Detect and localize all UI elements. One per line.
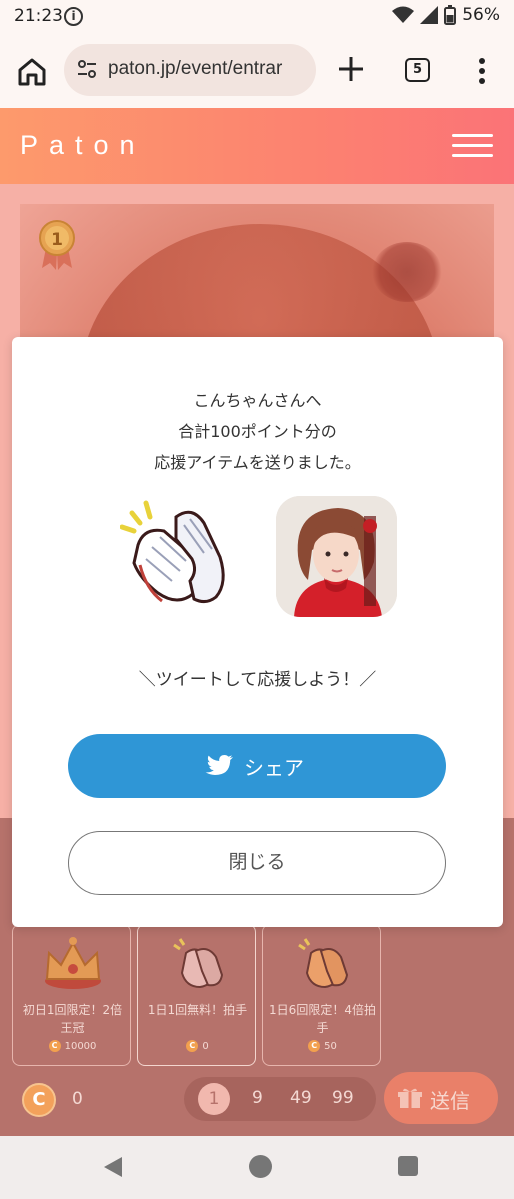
send-bar: C 0 1 9 49 99 送信 [0, 1070, 514, 1130]
gift-icon [398, 1088, 422, 1108]
battery-level: 56% [462, 5, 500, 25]
item-cost: C 10000 [13, 1040, 132, 1052]
coin-icon: C [308, 1040, 321, 1052]
coin-balance: 0 [72, 1089, 83, 1109]
menu-icon[interactable] [452, 134, 493, 160]
quantity-selector: 1 9 49 99 [184, 1077, 376, 1121]
more-icon[interactable] [470, 56, 494, 86]
wifi-icon [392, 6, 415, 23]
home-icon[interactable] [16, 56, 48, 88]
status-bar: 21:23 i 56% [0, 0, 514, 34]
item-cost: C 50 [263, 1040, 382, 1052]
clapping-hands-icon [298, 938, 349, 989]
signal-icon [420, 6, 439, 24]
share-button[interactable]: シェア [68, 734, 446, 798]
clapping-hands-icon [120, 500, 225, 604]
crown-icon [45, 937, 101, 989]
system-nav-bar [0, 1136, 514, 1199]
tweet-prompt: ＼ツイートして応援しよう！／ [138, 670, 377, 690]
new-tab-icon[interactable] [336, 54, 366, 84]
browser-toolbar: paton.jp/event/entrar 5 [0, 34, 514, 108]
message-line: 合計100ポイント分の [178, 422, 337, 441]
item-label: 1日1回無料！拍手 [147, 1003, 248, 1017]
item-card-crown[interactable]: 初日1回限定！2倍王冠 C 10000 [12, 924, 131, 1066]
status-time: 21:23 [14, 6, 63, 26]
coin-icon: C [22, 1083, 56, 1117]
send-label: 送信 [430, 1089, 470, 1113]
back-icon[interactable] [102, 1155, 124, 1179]
item-label: 1日6回限定！4倍拍手 [269, 1003, 376, 1035]
dialog-message: こんちゃんさんへ 合計100ポイント分の 応援アイテムを送りました。 [12, 385, 503, 478]
url-text: paton.jp/event/entrar [108, 58, 283, 79]
coin-icon: C [48, 1040, 61, 1052]
battery-icon [444, 5, 457, 25]
close-button[interactable]: 閉じる [68, 831, 446, 895]
quantity-option-99[interactable]: 99 [332, 1088, 354, 1108]
info-icon: i [64, 7, 83, 26]
site-logo[interactable]: Paton [20, 130, 146, 161]
coin-icon: C [186, 1040, 199, 1052]
recent-apps-icon[interactable] [398, 1156, 418, 1176]
message-line: こんちゃんさんへ [193, 391, 322, 410]
home-button-icon[interactable] [249, 1155, 272, 1178]
site-header: Paton [0, 108, 514, 184]
item-card-free-clap[interactable]: 1日1回無料！拍手 C0 [137, 924, 256, 1066]
status-icons: 56% [392, 5, 500, 25]
rank-number: 1 [51, 230, 63, 250]
quantity-option-1[interactable]: 1 [198, 1083, 230, 1115]
quantity-option-49[interactable]: 49 [290, 1088, 312, 1108]
recipient-avatar [276, 496, 397, 617]
share-label: シェア [244, 756, 304, 780]
tab-switcher-icon[interactable]: 5 [405, 58, 430, 82]
send-button[interactable]: 送信 [384, 1072, 498, 1124]
rank-medal-icon: 1 [39, 220, 75, 270]
site-settings-icon[interactable] [76, 58, 98, 80]
clapping-hands-icon [173, 938, 224, 989]
item-cost: C0 [138, 1040, 257, 1052]
item-card-4x-clap[interactable]: 1日6回限定！4倍拍手 C 50 [262, 924, 381, 1066]
avatar-image [276, 496, 397, 617]
item-label: 初日1回限定！2倍王冠 [22, 1003, 123, 1035]
twitter-icon [205, 755, 233, 775]
message-line: 応援アイテムを送りました。 [154, 453, 361, 472]
sent-confirmation-dialog: こんちゃんさんへ 合計100ポイント分の 応援アイテムを送りました。 ＼ツイート… [12, 337, 503, 927]
address-bar[interactable]: paton.jp/event/entrar [64, 44, 316, 96]
quantity-option-9[interactable]: 9 [252, 1088, 263, 1108]
item-list: 初日1回限定！2倍王冠 C 10000 1日1回無料！拍手 C0 1日6回限定！4… [12, 924, 381, 1066]
